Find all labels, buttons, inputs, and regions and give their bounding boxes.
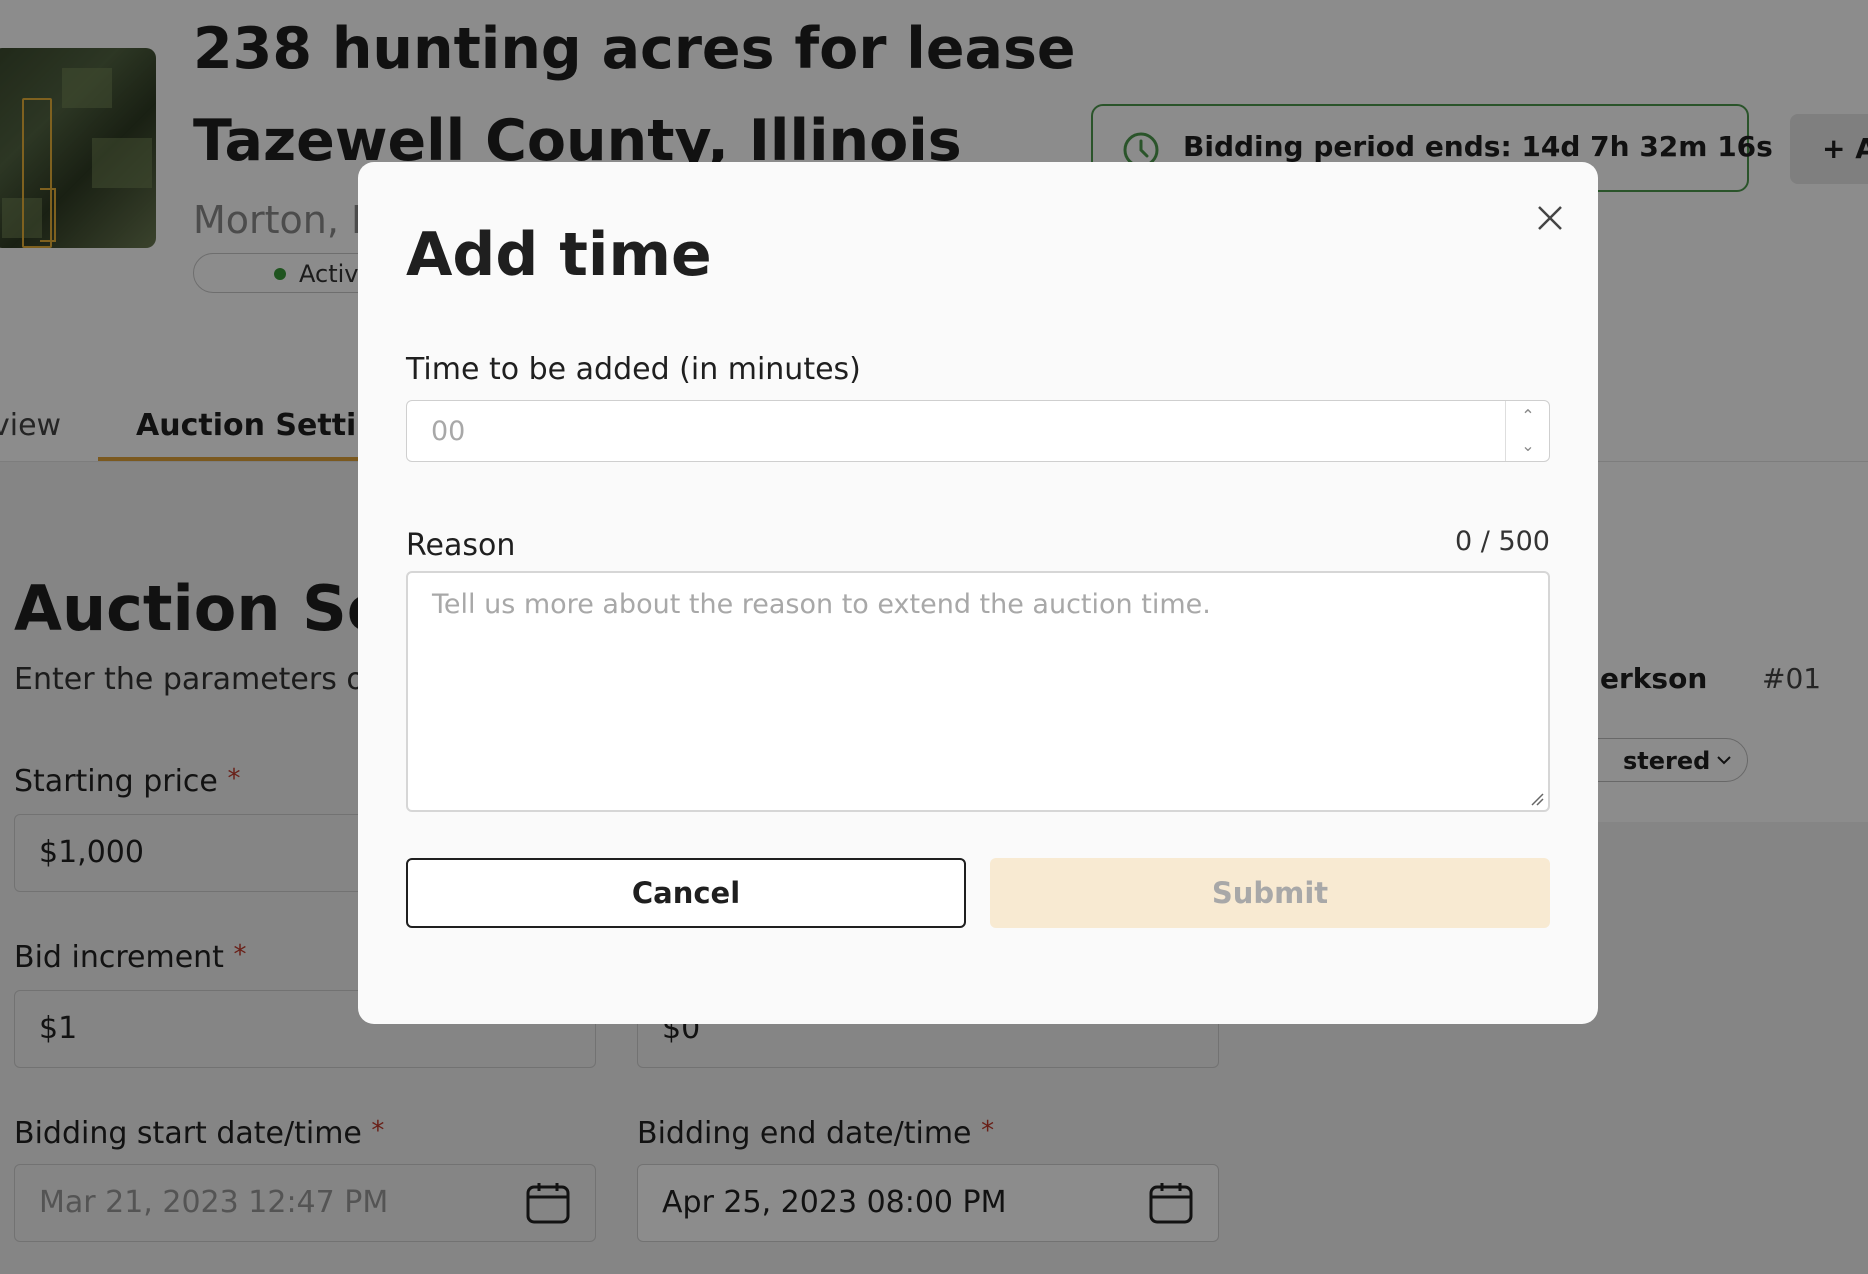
- submit-button[interactable]: Submit: [990, 858, 1550, 928]
- reason-label: Reason: [406, 528, 516, 563]
- reason-field: [406, 571, 1550, 812]
- minutes-number-field: ⌃ ⌄: [406, 400, 1550, 462]
- add-time-modal: Add time Time to be added (in minutes) ⌃…: [358, 162, 1598, 1024]
- modal-title: Add time: [406, 220, 712, 290]
- close-icon[interactable]: [1526, 194, 1574, 242]
- cancel-button[interactable]: Cancel: [406, 858, 966, 928]
- number-stepper: ⌃ ⌄: [1505, 401, 1549, 461]
- minutes-input[interactable]: [407, 401, 1493, 461]
- time-to-add-label: Time to be added (in minutes): [406, 352, 861, 387]
- reason-textarea[interactable]: [408, 573, 1548, 810]
- reason-character-counter: 0 / 500: [1455, 526, 1550, 557]
- resize-handle-icon[interactable]: [1528, 790, 1544, 806]
- decrement-arrow-icon[interactable]: ⌄: [1506, 431, 1550, 461]
- increment-arrow-icon[interactable]: ⌃: [1506, 401, 1550, 431]
